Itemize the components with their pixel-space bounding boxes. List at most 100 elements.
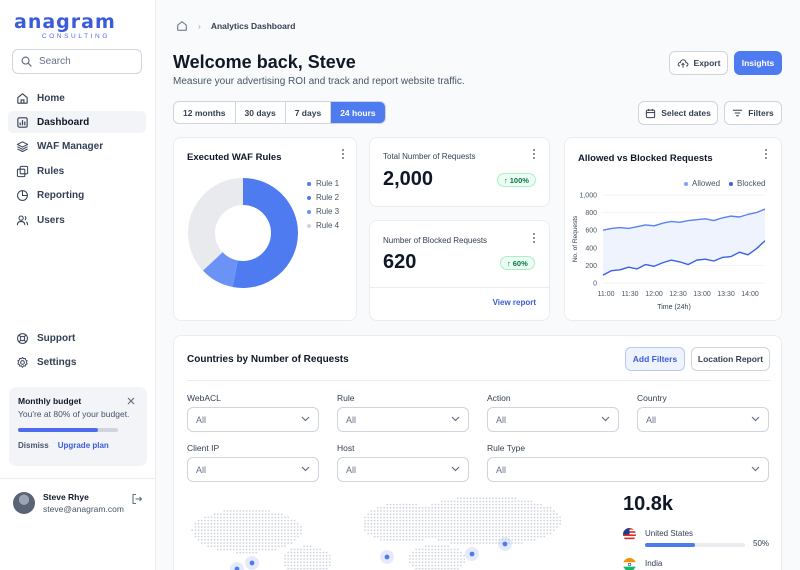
map-dot xyxy=(466,529,469,532)
map-dot xyxy=(543,535,546,538)
close-icon[interactable] xyxy=(127,397,135,405)
search-input[interactable]: Search xyxy=(12,49,142,74)
map-dot xyxy=(370,532,373,535)
more-icon[interactable] xyxy=(342,149,344,161)
map-dot xyxy=(424,545,427,548)
map-dot xyxy=(453,538,456,541)
map-dot xyxy=(312,564,315,567)
map-dot xyxy=(412,532,414,535)
map-dot xyxy=(533,522,536,525)
map-dot xyxy=(434,510,437,512)
map-dot xyxy=(245,510,248,512)
nav-item-reporting[interactable]: Reporting xyxy=(8,184,146,206)
logout-icon[interactable] xyxy=(131,493,143,505)
map-dot xyxy=(328,554,331,557)
map-dot xyxy=(444,532,446,535)
dismiss-button[interactable]: Dismiss xyxy=(18,441,49,450)
map-dot xyxy=(316,548,318,551)
map-dot xyxy=(495,516,498,519)
upgrade-plan-button[interactable]: Upgrade plan xyxy=(58,441,109,450)
action-select[interactable]: All xyxy=(487,407,619,432)
map-dot xyxy=(437,526,440,528)
insights-button[interactable]: Insights xyxy=(734,51,782,75)
map-dot xyxy=(376,506,379,509)
nav-item-home[interactable]: Home xyxy=(8,87,146,109)
map-dot xyxy=(485,542,488,544)
nav-item-dashboard[interactable]: Dashboard xyxy=(8,111,146,133)
map-dot xyxy=(482,522,485,525)
user-profile[interactable]: Steve Rhye steve@anagram.com xyxy=(13,492,124,514)
map-dot xyxy=(402,529,405,532)
breadcrumb-current[interactable]: Analytics Dashboard xyxy=(211,21,296,31)
map-dot xyxy=(389,519,392,522)
nav-item-settings[interactable]: Settings xyxy=(8,351,146,373)
map-dot xyxy=(402,538,405,541)
country-select[interactable]: All xyxy=(637,407,769,432)
rule-type-select[interactable]: All xyxy=(487,457,769,482)
map-dot xyxy=(476,526,478,528)
map-dot xyxy=(402,532,405,535)
map-dot xyxy=(229,548,232,551)
more-icon[interactable] xyxy=(765,149,767,161)
nav-item-support[interactable]: Support xyxy=(8,327,146,349)
map-dot xyxy=(517,526,520,528)
webacl-select[interactable]: All xyxy=(187,407,319,432)
rule-select[interactable]: All xyxy=(337,407,469,432)
legend-label: Rule 4 xyxy=(316,221,340,230)
home-icon[interactable] xyxy=(176,20,188,32)
nav-item-users[interactable]: Users xyxy=(8,209,146,231)
map-dot xyxy=(303,548,306,551)
map-dot xyxy=(485,513,488,516)
map-dot xyxy=(511,519,514,522)
map-dot xyxy=(466,500,469,503)
map-dot xyxy=(248,519,251,522)
brand-logo[interactable]: anagram CONSULTING xyxy=(14,13,115,41)
map-dot xyxy=(261,542,264,544)
select-dates-button[interactable]: Select dates xyxy=(638,101,718,125)
y-tick-label: 800 xyxy=(585,210,597,217)
location-report-button[interactable]: Location Report xyxy=(691,347,770,371)
map-dot xyxy=(447,506,450,509)
map-dot xyxy=(200,542,203,544)
map-dot xyxy=(216,548,219,551)
export-button[interactable]: Export xyxy=(669,51,728,75)
map-dot xyxy=(290,567,293,570)
more-icon[interactable] xyxy=(533,149,535,161)
more-icon[interactable] xyxy=(533,233,535,245)
map-dot xyxy=(261,513,264,516)
host-select[interactable]: All xyxy=(337,457,469,482)
map-dot xyxy=(472,532,475,535)
view-report-link[interactable]: View report xyxy=(493,298,536,307)
tab-24-hours[interactable]: 24 hours xyxy=(331,102,385,123)
map-dot xyxy=(424,554,427,557)
map-dot xyxy=(527,532,530,535)
nav-item-waf-manager[interactable]: WAF Manager xyxy=(8,135,146,157)
map-dot xyxy=(556,519,558,522)
nav-item-rules[interactable]: Rules xyxy=(8,160,146,182)
tab-30-days[interactable]: 30 days xyxy=(236,102,286,123)
filters-button[interactable]: Filters xyxy=(724,101,782,125)
add-filters-button[interactable]: Add Filters xyxy=(625,347,685,371)
client-ip-select[interactable]: All xyxy=(187,457,319,482)
map-dot xyxy=(380,529,382,532)
map-dot xyxy=(453,500,456,503)
legend-item: Rule 2 xyxy=(307,193,339,202)
map-dot xyxy=(386,516,389,519)
tab-7-days[interactable]: 7 days xyxy=(286,102,332,123)
map-dot xyxy=(469,522,472,525)
map-dot xyxy=(277,538,280,541)
map-dot xyxy=(456,513,459,516)
map-dot xyxy=(306,567,309,570)
map-dot xyxy=(383,522,386,525)
map-dot xyxy=(232,532,235,535)
map-dot xyxy=(488,516,491,519)
tab-12-months[interactable]: 12 months xyxy=(174,102,236,123)
map-dot xyxy=(453,548,456,551)
map-dot xyxy=(530,516,533,519)
map-dot xyxy=(373,535,376,538)
nav-label-rules: Rules xyxy=(37,165,65,177)
map-dot xyxy=(236,529,238,532)
map-dot xyxy=(236,526,238,528)
map-dot xyxy=(290,542,293,544)
countries-title: Countries by Number of Requests xyxy=(187,354,349,365)
